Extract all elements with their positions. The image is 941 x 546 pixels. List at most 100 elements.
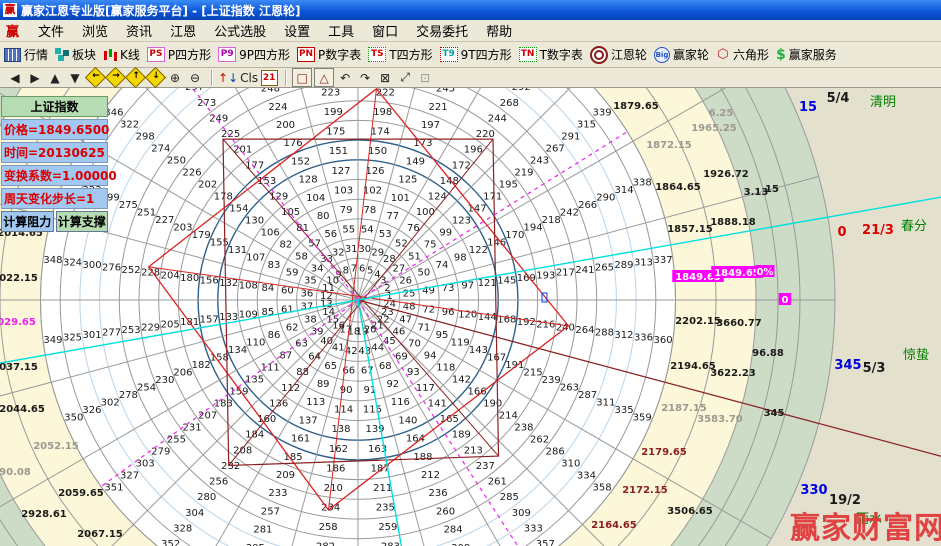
cls-button[interactable]: Cls [240, 69, 258, 86]
wheel-number: 171 [483, 192, 502, 203]
wheel-number: 268 [500, 98, 519, 109]
title-bar: 赢 赢家江恩专业版[赢家服务平台] - [上证指数 江恩轮] [0, 0, 941, 20]
tool-label: K线 [120, 46, 140, 63]
wheel-number: 89 [317, 379, 330, 390]
highlight-price-label: 0% [757, 267, 774, 278]
price-label: 2928.61 [21, 509, 67, 520]
tool-label: 赢家轮 [673, 46, 709, 63]
wheel-number: 114 [334, 405, 353, 416]
tool-赢家服务[interactable]: $赢家服务 [776, 46, 837, 63]
rotate-cw-button[interactable]: ↷ [356, 69, 374, 86]
wheel-number: 292 [512, 88, 531, 93]
wheel-number: 262 [530, 434, 549, 445]
tool-9P四方形[interactable]: P99P四方形 [218, 46, 290, 63]
tool-P四方形[interactable]: PSP四方形 [147, 46, 211, 63]
app-icon: 赢 [3, 3, 17, 17]
menu-item-5[interactable]: 设置 [275, 19, 319, 42]
tool-K线[interactable]: K线 [103, 46, 140, 63]
pan-up-button[interactable]: ↑ [126, 69, 144, 86]
presentation-button[interactable]: ⊡ [416, 69, 434, 86]
badge: PN [297, 47, 315, 62]
nav-left-button[interactable]: ◀ [6, 69, 24, 86]
menu-bar: 赢 文件浏览资讯江恩公式选股设置工具窗口交易委托帮助 [0, 20, 941, 42]
gann-wheel-chart[interactable]: 1234567891011121314151617181920212223242… [0, 88, 941, 546]
wheel-number: 256 [209, 477, 228, 488]
menu-item-2[interactable]: 资讯 [117, 19, 161, 42]
wheel-number: 238 [514, 422, 533, 433]
pan-right-button[interactable]: → [106, 69, 124, 86]
price-label: 1965.25 [691, 123, 737, 134]
menu-item-8[interactable]: 交易委托 [407, 19, 477, 42]
wheel-number: 6 [359, 263, 365, 274]
zoom-out-button[interactable]: ⊖ [186, 69, 204, 86]
tool-T四方形[interactable]: TST四方形 [368, 46, 432, 63]
price-label: 1872.15 [646, 140, 692, 151]
wheel-number: 94 [424, 350, 437, 361]
wheel-number: 51 [408, 252, 421, 263]
pan-left-button[interactable]: ← [86, 69, 104, 86]
menu-item-7[interactable]: 窗口 [363, 19, 407, 42]
menu-item-1[interactable]: 浏览 [73, 19, 117, 42]
wheel-number: 35 [304, 275, 317, 286]
wheel-number: 117 [416, 383, 435, 394]
pan-down-button[interactable]: ↓ [146, 69, 164, 86]
wheel-number: 124 [428, 192, 447, 203]
tool-P数字表[interactable]: PNP数字表 [297, 46, 361, 63]
wheel-number: 34 [311, 264, 324, 275]
calendar-button[interactable]: 21 [260, 69, 278, 86]
wheel-number: 257 [261, 506, 280, 517]
wheel-number: 180 [180, 273, 199, 284]
wheel-number: 56 [324, 229, 337, 240]
tool-label: 赢家服务 [789, 46, 837, 63]
menu-item-3[interactable]: 江恩 [161, 19, 205, 42]
tool-六角形[interactable]: ⬡六角形 [716, 46, 769, 63]
menu-item-0[interactable]: 文件 [29, 19, 73, 42]
wheel-number: 128 [299, 175, 318, 186]
nav-down-button[interactable]: ▼ [66, 69, 84, 86]
tool-T数字表[interactable]: TNT数字表 [519, 46, 583, 63]
menu-item-6[interactable]: 工具 [319, 19, 363, 42]
rotate-ccw-button[interactable]: ↶ [336, 69, 354, 86]
wheel-number: 193 [536, 270, 555, 281]
square-tool-button[interactable]: □ [292, 68, 312, 87]
wheel-number: 27 [393, 264, 406, 275]
wheel-number: 245 [436, 88, 455, 95]
expand-tool-button[interactable]: ⊠ [376, 69, 394, 86]
price-label: 2164.65 [591, 520, 637, 531]
wheel-number: 141 [428, 398, 447, 409]
wheel-number: 190 [483, 398, 502, 409]
tool-label: 行情 [24, 46, 48, 63]
zoom-in-button[interactable]: ⊕ [166, 69, 184, 86]
gann-wheel-canvas[interactable]: 1234567891011121314151617181920212223242… [0, 88, 941, 546]
calc-support-button[interactable]: 计算支撑 [56, 211, 109, 232]
highlight-price-label: 1849.65 [714, 268, 760, 279]
wheel-number: 157 [200, 315, 219, 326]
wheel-number: 152 [291, 156, 310, 167]
tool-行情[interactable]: 行情 [4, 46, 48, 63]
wheel-number: 160 [257, 414, 276, 425]
menu-item-9[interactable]: 帮助 [477, 19, 521, 42]
tool-江恩轮[interactable]: 江恩轮 [590, 46, 647, 64]
tool-9T四方形[interactable]: T99T四方形 [440, 46, 512, 63]
date-label: 21/3 [862, 223, 894, 238]
calc-resistance-button[interactable]: 计算阻力 [1, 211, 54, 232]
nav-up-button[interactable]: ▲ [46, 69, 64, 86]
wheel-number: 196 [464, 145, 483, 156]
wheel-number: 83 [268, 260, 281, 271]
wheel-number: 118 [436, 362, 455, 373]
sort-updown-button[interactable]: ↑↓ [218, 69, 238, 86]
menu-item-4[interactable]: 公式选股 [205, 19, 275, 42]
tool-赢家轮[interactable]: Big赢家轮 [654, 46, 709, 63]
wheel-number: 255 [167, 434, 186, 445]
triangle-tool-button[interactable]: △ [314, 68, 334, 87]
resize-tool-button[interactable]: ⤢ [396, 69, 414, 86]
wheel-number: 327 [120, 470, 139, 481]
wheel-number: 155 [210, 238, 229, 249]
wheel-number: 188 [413, 452, 432, 463]
tool-板块[interactable]: 板块 [55, 46, 96, 63]
nav-right-button[interactable]: ▶ [26, 69, 44, 86]
wheel-number: 336 [634, 333, 653, 344]
price-label: 2067.15 [77, 529, 123, 540]
tool-label: P四方形 [168, 46, 211, 63]
wheel-number: 358 [593, 482, 612, 493]
